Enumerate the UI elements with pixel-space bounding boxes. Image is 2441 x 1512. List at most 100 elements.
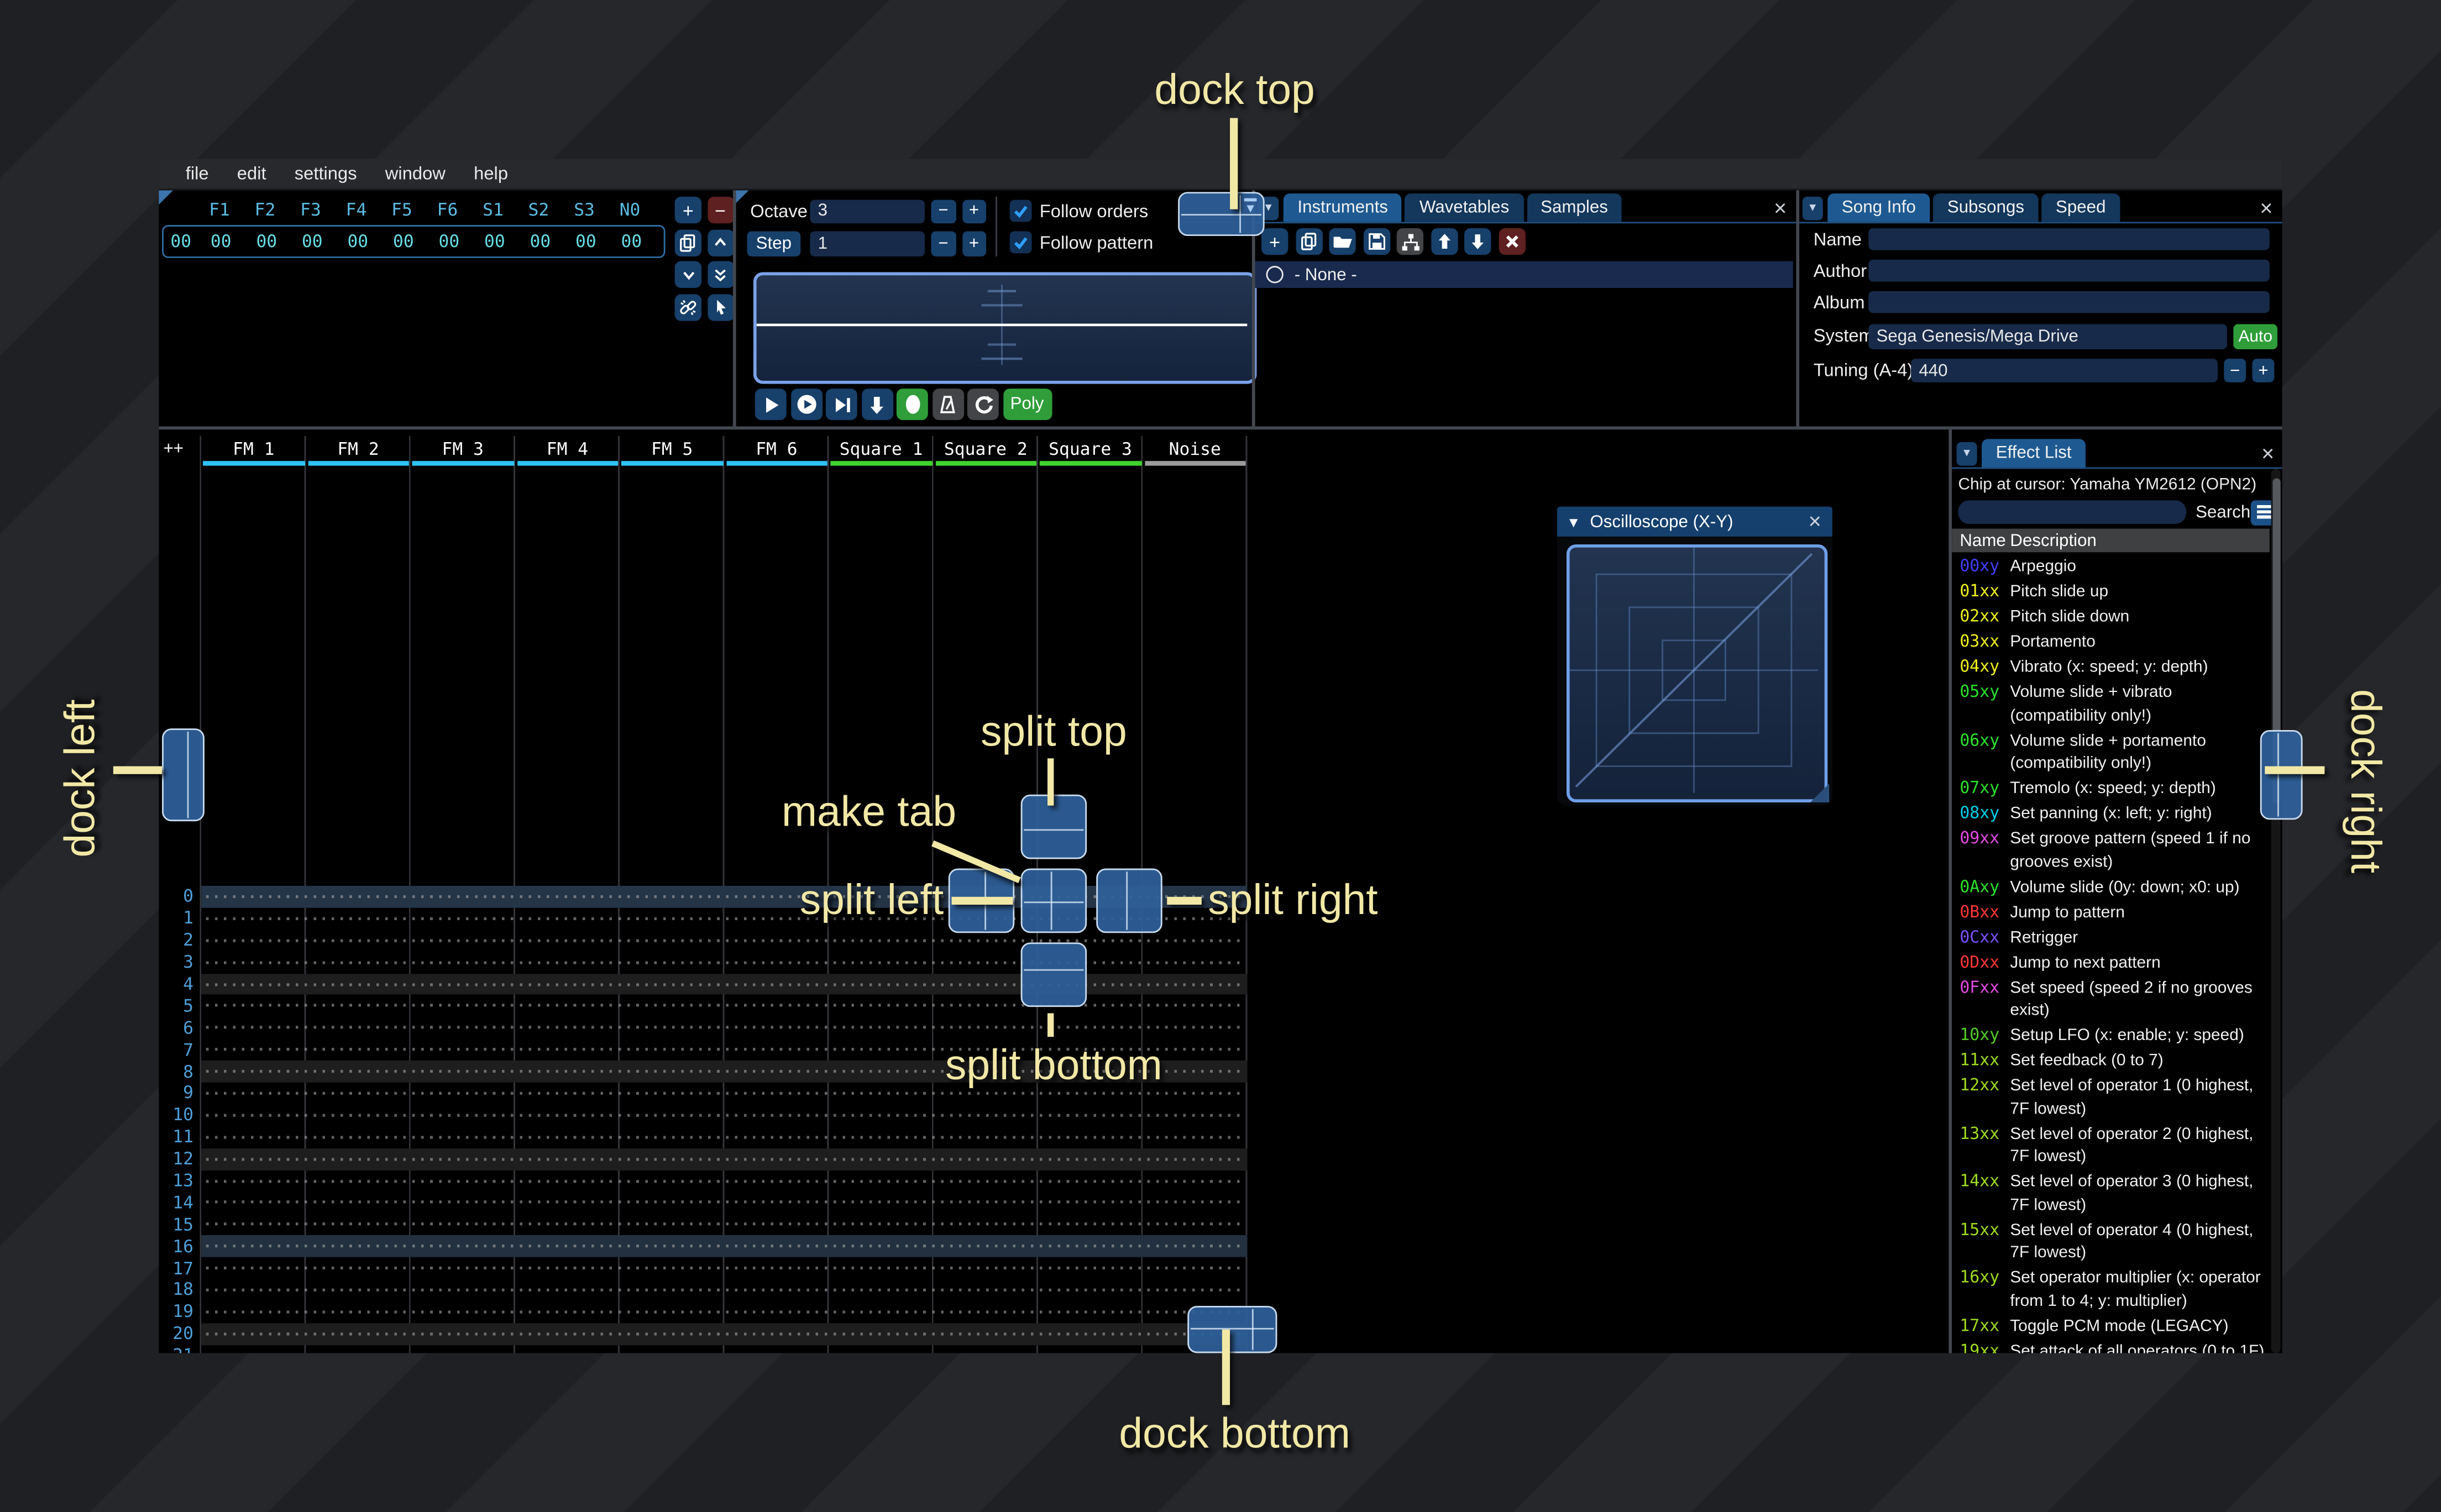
effect-row[interactable]: 12xx Set level of operator 1 (0 highest,… (1960, 1075, 2274, 1121)
pattern-row-cells[interactable] (201, 951, 1248, 974)
auto-system-button[interactable]: Auto (2233, 324, 2278, 350)
effect-row[interactable]: 05xy Volume slide + vibrato (compatibili… (1960, 681, 2274, 727)
effect-row[interactable]: 16xy Set operator multiplier (x: operato… (1960, 1267, 2274, 1313)
move-instrument-up-button[interactable] (1430, 228, 1458, 255)
order-cell[interactable]: 00 (563, 232, 609, 252)
tab-song-info[interactable]: Song Info (1827, 193, 1930, 222)
order-cell[interactable]: 00 (517, 232, 563, 252)
effect-row[interactable]: 10xy Setup LFO (x: enable; y: speed) (1960, 1024, 2274, 1047)
name-column-header[interactable]: Name (1960, 531, 2010, 550)
play-button[interactable] (755, 389, 787, 421)
channel-header[interactable]: FM 5 (620, 439, 724, 466)
tab-samples[interactable]: Samples (1526, 193, 1622, 222)
delete-instrument-button[interactable] (1498, 228, 1525, 255)
panel-divider[interactable] (732, 190, 736, 427)
duplicate-instrument-button[interactable] (1295, 228, 1322, 255)
resize-grip[interactable] (1810, 783, 1830, 802)
tab-speed[interactable]: Speed (2041, 193, 2120, 222)
step-decrease-button[interactable]: − (931, 231, 956, 256)
channel-header[interactable]: FM 2 (306, 439, 410, 466)
tuning-increase-button[interactable]: + (2252, 359, 2275, 382)
effect-row[interactable]: 02xx Pitch slide down (1960, 606, 2274, 628)
pattern-row-cells[interactable] (201, 907, 1248, 930)
record-button[interactable] (896, 389, 928, 421)
effect-row[interactable]: 04xy Vibrato (x: speed; y: depth) (1960, 656, 2274, 679)
pattern-row-cells[interactable] (201, 929, 1248, 952)
follow-pattern-checkbox[interactable] (1009, 231, 1032, 254)
step-input[interactable]: 1 (810, 231, 925, 256)
instrument-list-item[interactable]: - None - (1253, 261, 1793, 288)
tab-subsongs[interactable]: Subsongs (1933, 193, 2039, 222)
effect-row[interactable]: 0Fxx Set speed (speed 2 if no grooves ex… (1960, 977, 2274, 1022)
pattern-row-cells[interactable] (201, 1214, 1248, 1236)
pattern-row-cells[interactable] (201, 1257, 1248, 1279)
pattern-row-cells[interactable] (201, 1191, 1248, 1214)
pattern-row-cells[interactable] (201, 1301, 1248, 1323)
description-column-header[interactable]: Description (2010, 531, 2097, 550)
step-button[interactable]: Step (747, 231, 801, 257)
order-cell[interactable]: 00 (472, 232, 518, 252)
effect-row[interactable]: 15xx Set level of operator 4 (0 highest,… (1960, 1219, 2274, 1264)
pattern-row-cells[interactable] (201, 1126, 1248, 1148)
panel-divider[interactable] (159, 426, 2282, 430)
pattern-row-cells[interactable] (201, 885, 1248, 908)
poly-button[interactable]: Poly (1002, 389, 1052, 421)
channel-header[interactable]: Square 2 (934, 439, 1038, 466)
split-bottom-target[interactable] (1020, 942, 1087, 1007)
order-cell[interactable]: 00 (381, 232, 427, 252)
save-instrument-button[interactable] (1363, 228, 1390, 255)
pattern-row-cells[interactable] (201, 1104, 1248, 1126)
effect-row[interactable]: 19xx Set attack of all operators (0 to 1… (1960, 1340, 2274, 1353)
pattern-row-cells[interactable] (201, 1322, 1248, 1345)
channel-header[interactable]: Square 3 (1038, 439, 1143, 466)
open-instrument-button[interactable] (1329, 228, 1356, 255)
effect-row[interactable]: 14xx Set level of operator 3 (0 highest,… (1960, 1170, 2274, 1216)
effect-row[interactable]: 0Bxx Jump to pattern (1960, 901, 2274, 923)
repeat-button[interactable] (967, 389, 999, 421)
channel-header[interactable]: Square 1 (829, 439, 934, 466)
effect-row[interactable]: 17xx Toggle PCM mode (LEGACY) (1960, 1315, 2274, 1337)
effect-row[interactable]: 0Dxx Jump to next pattern (1960, 951, 2274, 974)
move-instrument-down-button[interactable] (1464, 228, 1491, 255)
close-icon[interactable]: × (1774, 197, 1787, 219)
instrument-folders-button[interactable] (1396, 228, 1424, 255)
dock-right-target[interactable] (2260, 730, 2303, 820)
channel-header[interactable]: Noise (1143, 439, 1247, 466)
oscilloscope-xy-titlebar[interactable]: ▼ Oscilloscope (X-Y) × (1557, 506, 1832, 537)
menu-item[interactable]: file (171, 165, 223, 183)
tuning-input[interactable]: 440 (1911, 359, 2218, 382)
pattern-row-cells[interactable] (201, 1235, 1248, 1258)
order-cell[interactable]: 00 (609, 232, 654, 252)
pattern-row-cells[interactable] (201, 1017, 1248, 1039)
tab-wavetables[interactable]: Wavetables (1405, 193, 1523, 222)
pattern-row-cells[interactable] (201, 1279, 1248, 1301)
window-menu-button[interactable]: ▼ (1956, 442, 1977, 466)
follow-orders-checkbox[interactable] (1009, 199, 1032, 222)
effect-row[interactable]: 11xx Set feedback (0 to 7) (1960, 1049, 2274, 1072)
effect-row[interactable]: 01xx Pitch slide up (1960, 581, 2274, 603)
author-input[interactable] (1868, 259, 2270, 282)
effect-search-input[interactable] (1958, 500, 2187, 524)
effect-row[interactable]: 0Axy Volume slide (0y: down; x0: up) (1960, 875, 2274, 898)
tab-instruments[interactable]: Instruments (1283, 193, 1402, 222)
close-icon[interactable]: × (2260, 197, 2272, 219)
effect-row[interactable]: 13xx Set level of operator 2 (0 highest,… (1960, 1122, 2274, 1168)
order-cell[interactable]: 00 (244, 232, 290, 252)
close-icon[interactable]: × (1809, 510, 1821, 532)
octave-input[interactable]: 3 (810, 199, 925, 224)
order-cell[interactable]: 00 (335, 232, 381, 252)
make-tab-target[interactable] (1020, 868, 1087, 933)
octave-increase-button[interactable]: + (961, 199, 987, 224)
move-order-down-button[interactable] (674, 261, 702, 288)
pattern-row-cells[interactable] (201, 1148, 1248, 1170)
menu-item[interactable]: settings (280, 165, 371, 183)
channel-header[interactable]: FM 3 (411, 439, 515, 466)
metronome-button[interactable] (931, 389, 963, 421)
move-order-bottom-button[interactable] (706, 261, 734, 288)
pattern-row-cells[interactable] (201, 1345, 1248, 1353)
step-increase-button[interactable]: + (961, 231, 987, 256)
order-cell[interactable]: 00 (290, 232, 336, 252)
step-play-button[interactable] (825, 389, 857, 421)
effect-row[interactable]: 00xy Arpeggio (1960, 555, 2274, 578)
dock-left-target[interactable] (162, 728, 205, 822)
